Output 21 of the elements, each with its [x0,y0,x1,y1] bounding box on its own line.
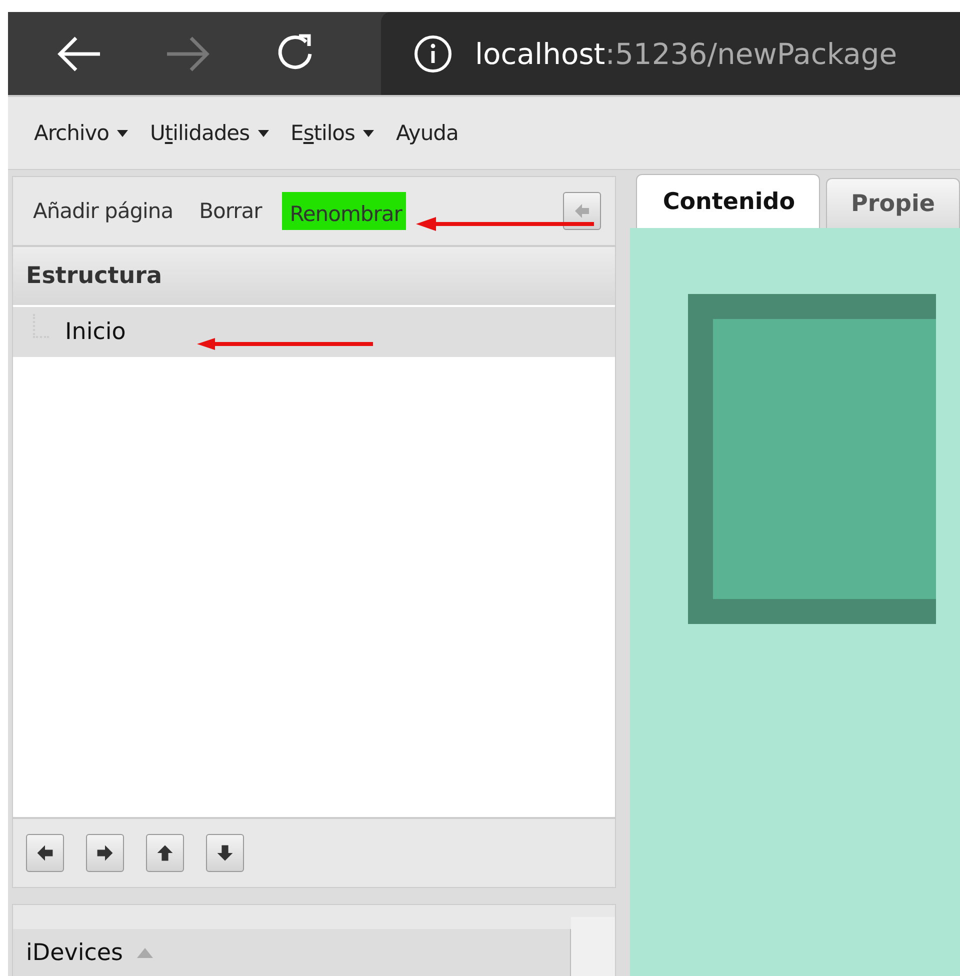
info-icon[interactable] [413,34,453,74]
address-bar[interactable]: localhost:51236/newPackage [381,12,960,95]
idevices-header[interactable]: iDevices [13,929,571,976]
section-header: Estructura [13,247,615,307]
menu-item[interactable]: Ayuda [388,115,466,151]
menu-item[interactable]: Utilidades [142,115,277,151]
move-button[interactable] [86,834,124,872]
menu-item[interactable]: Estilos [282,115,382,151]
tab[interactable]: Propie [826,178,960,228]
tab[interactable]: Contenido [636,174,820,228]
toolbar-button[interactable]: Renombrar [282,192,406,230]
tree-item[interactable]: Inicio [13,307,615,357]
menu-item[interactable]: Archivo [26,115,136,151]
move-button[interactable] [206,834,244,872]
move-button[interactable] [146,834,184,872]
toolbar-button[interactable]: Añadir página [27,191,180,231]
move-button[interactable] [26,834,64,872]
toolbar-button[interactable]: Borrar [193,191,268,231]
collapse-button[interactable] [562,192,601,230]
panel-title: iDevices [26,940,124,966]
url-text: localhost:51236/newPackage [475,36,898,70]
